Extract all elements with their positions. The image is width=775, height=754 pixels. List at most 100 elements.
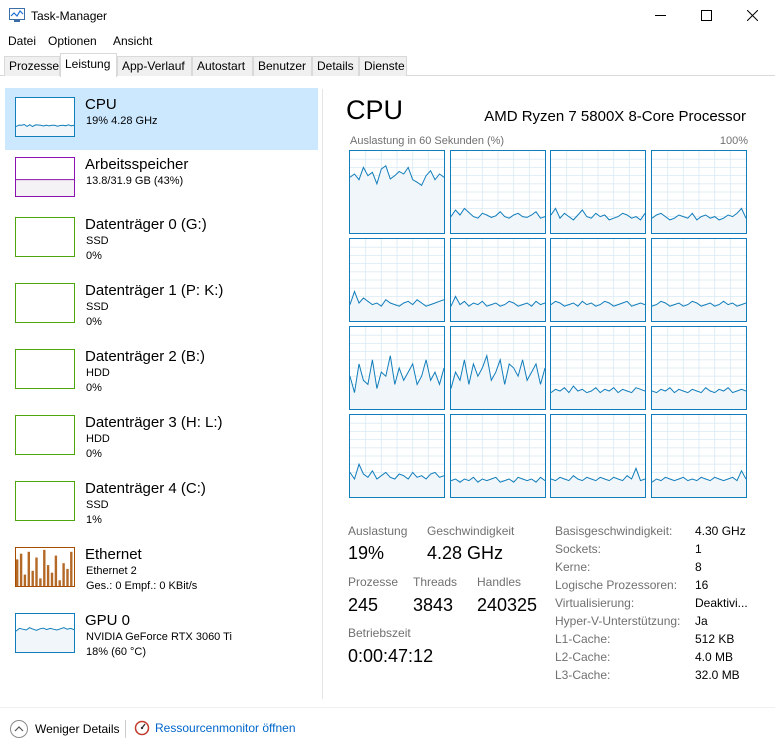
handles-label: Handles bbox=[477, 575, 522, 589]
minimize-icon bbox=[654, 15, 666, 16]
resource-subtitle: 13.8/31.9 GB (43%) bbox=[86, 175, 184, 187]
tab-bar: Prozesse Leistung App-Verlauf Autostart … bbox=[0, 53, 775, 77]
l2-cache-value: 4.0 MB bbox=[695, 650, 734, 664]
tab-app-verlauf[interactable]: App-Verlauf bbox=[117, 56, 192, 76]
title-bar: Task-Manager bbox=[0, 0, 775, 31]
network-throughput: Ges.: 0 Empf.: 0 KBit/s bbox=[86, 580, 198, 592]
cpu-detail-panel: CPU AMD Ryzen 7 5800X 8-Core Processor A… bbox=[346, 77, 756, 707]
processes-value: 245 bbox=[348, 595, 379, 615]
resource-usage: 0% bbox=[86, 316, 102, 328]
menu-optionen[interactable]: Optionen bbox=[48, 34, 97, 48]
maximize-icon bbox=[700, 10, 712, 21]
fewer-details-button[interactable]: Weniger Details bbox=[10, 720, 119, 738]
memory-thumbnail-graph bbox=[15, 157, 75, 197]
l3-cache-value: 32.0 MB bbox=[695, 668, 740, 682]
l1-cache-label: L1-Cache: bbox=[555, 632, 611, 646]
close-icon bbox=[746, 10, 758, 21]
close-button[interactable] bbox=[729, 0, 775, 31]
ethernet-thumb-bar bbox=[46, 565, 50, 586]
base-speed-label: Basisgeschwindigkeit: bbox=[555, 524, 673, 538]
resource-usage: 0% bbox=[86, 448, 102, 460]
resource-gpu[interactable]: GPU 0 NVIDIA GeForce RTX 3060 Ti 18% (60… bbox=[5, 604, 318, 666]
sockets-value: 1 bbox=[695, 542, 702, 556]
resource-memory[interactable]: Arbeitsspeicher 13.8/31.9 GB (43%) bbox=[5, 148, 318, 210]
menu-bar: Datei Optionen Ansicht bbox=[0, 31, 775, 52]
virtualization-label: Virtualisierung: bbox=[555, 596, 635, 610]
resource-disk-0[interactable]: Datenträger 0 (G:) SSD 0% bbox=[5, 208, 318, 270]
uptime-label: Betriebszeit bbox=[348, 626, 411, 640]
core-graph-0 bbox=[349, 150, 445, 234]
resource-type: HDD bbox=[86, 433, 110, 445]
ethernet-thumb-bar bbox=[27, 551, 30, 586]
uptime-value: 0:00:47:12 bbox=[348, 646, 434, 666]
resource-title: Datenträger 0 (G:) bbox=[85, 216, 207, 233]
l1-cache-value: 512 KB bbox=[695, 632, 735, 646]
resource-type: SSD bbox=[86, 235, 109, 247]
resource-cpu[interactable]: CPU 19% 4.28 GHz bbox=[5, 88, 318, 150]
core-graph-14 bbox=[550, 414, 646, 498]
gpu-usage: 18% (60 °C) bbox=[86, 646, 147, 658]
core-graph-9 bbox=[449, 326, 546, 410]
resource-type: HDD bbox=[86, 367, 110, 379]
ethernet-thumb-bar bbox=[43, 549, 46, 586]
core-graph-2 bbox=[550, 150, 646, 234]
resource-disk-2[interactable]: Datenträger 2 (B:) HDD 0% bbox=[5, 340, 318, 402]
core-graph-6 bbox=[550, 238, 646, 322]
resource-ethernet[interactable]: Ethernet Ethernet 2 Ges.: 0 Empf.: 0 KBi… bbox=[5, 538, 318, 600]
core-graph-5 bbox=[449, 238, 546, 322]
tab-benutzer[interactable]: Benutzer bbox=[253, 56, 312, 76]
core-graph-15 bbox=[650, 414, 747, 498]
disk-3-thumbnail-graph bbox=[15, 415, 75, 455]
core-area bbox=[350, 165, 444, 233]
maximize-button[interactable] bbox=[683, 0, 729, 31]
speed-value: 4.28 GHz bbox=[427, 543, 504, 563]
resource-title: Datenträger 1 (P: K:) bbox=[85, 282, 224, 299]
resource-title: CPU bbox=[85, 96, 117, 113]
resource-title: Arbeitsspeicher bbox=[85, 156, 189, 173]
ethernet-thumb-bar bbox=[35, 557, 38, 586]
graph-max-label: 100% bbox=[719, 135, 748, 147]
tab-leistung[interactable]: Leistung bbox=[60, 53, 117, 77]
resource-title: Datenträger 2 (B:) bbox=[85, 348, 206, 365]
ethernet-thumb-bar bbox=[54, 555, 58, 586]
panel-divider bbox=[322, 89, 323, 699]
minimize-button[interactable] bbox=[637, 0, 683, 31]
logical-processor-graphs bbox=[349, 150, 749, 498]
adapter-name: Ethernet 2 bbox=[86, 565, 137, 577]
resource-disk-3[interactable]: Datenträger 3 (H: L:) HDD 0% bbox=[5, 406, 318, 468]
tab-prozesse[interactable]: Prozesse bbox=[4, 56, 60, 76]
resource-monitor-link[interactable]: Ressourcenmonitor öffnen bbox=[134, 720, 296, 736]
resource-disk-4[interactable]: Datenträger 4 (C:) SSD 1% bbox=[5, 472, 318, 534]
sockets-label: Sockets: bbox=[555, 542, 602, 556]
resource-usage: 1% bbox=[86, 514, 102, 526]
tab-dienste[interactable]: Dienste bbox=[359, 56, 407, 76]
window-title: Task-Manager bbox=[31, 9, 108, 23]
core-graph-8 bbox=[349, 326, 445, 410]
utilization-value: 19% bbox=[348, 543, 385, 563]
speed-label: Geschwindigkeit bbox=[427, 524, 515, 538]
virtualization-value: Deaktivi... bbox=[695, 596, 748, 610]
ethernet-thumb-bar bbox=[50, 572, 54, 586]
l3-cache-label: L3-Cache: bbox=[555, 668, 611, 682]
resource-disk-1[interactable]: Datenträger 1 (P: K:) SSD 0% bbox=[5, 274, 318, 336]
ethernet-thumb-bar bbox=[39, 578, 42, 586]
logical-processors-label: Logische Prozessoren: bbox=[555, 578, 678, 592]
core-graph-11 bbox=[650, 326, 747, 410]
core-graph-4 bbox=[349, 238, 445, 322]
tab-details[interactable]: Details bbox=[312, 56, 359, 76]
core-graph-12 bbox=[349, 414, 445, 498]
tab-autostart[interactable]: Autostart bbox=[192, 56, 253, 76]
resource-monitor-icon bbox=[134, 720, 150, 736]
gpu-thumb-area bbox=[16, 627, 74, 652]
core-graph-7 bbox=[650, 238, 747, 322]
threads-value: 3843 bbox=[413, 595, 454, 615]
footer-separator bbox=[125, 720, 126, 738]
hyper-v-label: Hyper-V-Unterstützung: bbox=[555, 614, 681, 628]
menu-ansicht[interactable]: Ansicht bbox=[113, 34, 152, 48]
menu-datei[interactable]: Datei bbox=[8, 34, 36, 48]
resource-subtitle: 19% 4.28 GHz bbox=[86, 115, 158, 127]
core-graph-13 bbox=[449, 414, 546, 498]
resource-title: Ethernet bbox=[85, 546, 142, 563]
utilization-label: Auslastung bbox=[348, 524, 408, 538]
cores-value: 8 bbox=[695, 560, 702, 574]
